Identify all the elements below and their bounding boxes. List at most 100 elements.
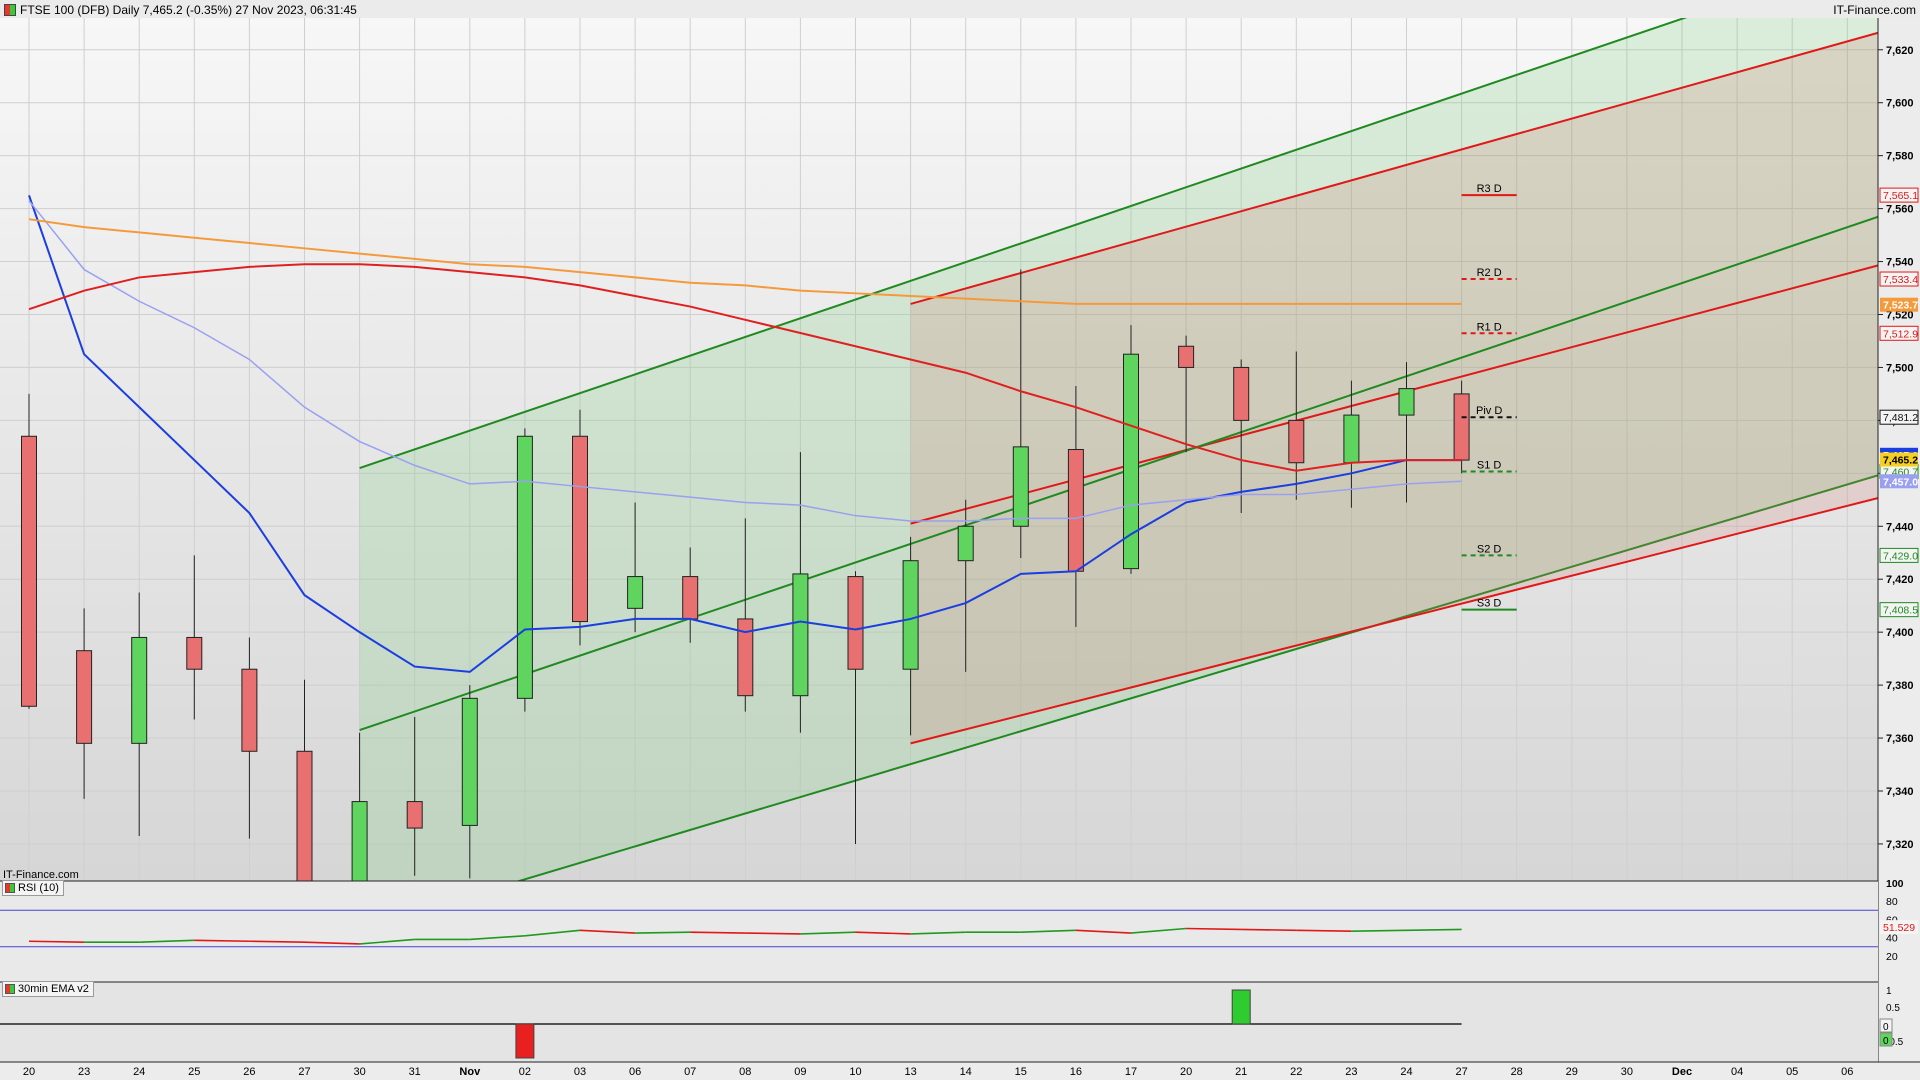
x-tick-label: 27 (298, 1066, 310, 1078)
candle-down (21, 435, 37, 707)
x-tick-label: 06 (1841, 1066, 1853, 1078)
y-tick-label: 7,620 (1886, 45, 1914, 57)
y-tick-label: 7,580 (1886, 151, 1914, 163)
ema30-panel-label-text: 30min EMA v2 (18, 983, 89, 995)
y-tick-label: 7,500 (1886, 362, 1914, 374)
x-tick-label: 07 (684, 1066, 696, 1078)
ema30-value-label: 0 (1883, 1022, 1889, 1033)
y-tick-label: 7,440 (1886, 521, 1914, 533)
price-value-label: 7,523.7 (1883, 300, 1918, 312)
watermark: IT-Finance.com (3, 869, 79, 881)
ema30-value-label: 0 (1883, 1036, 1889, 1047)
x-tick-label: Nov (459, 1066, 481, 1078)
ema30-panel-label[interactable]: 30min EMA v2 (2, 981, 94, 997)
x-tick-label: 25 (188, 1066, 200, 1078)
rsi-tick-label: 80 (1886, 896, 1898, 908)
rsi-tick-label: 20 (1886, 951, 1898, 963)
rsi-line-segment (1406, 928, 1462, 932)
pivot-label: R1 D (1477, 321, 1502, 333)
rsi-line-segment (28, 940, 85, 943)
rsi-line-segment (1351, 929, 1407, 933)
pivot-value-label: 7,533.4 (1883, 274, 1918, 286)
x-tick-label: 23 (1345, 1066, 1357, 1078)
ema30-tick-label: 0.5 (1886, 1003, 1900, 1014)
x-tick-label: 08 (739, 1066, 751, 1078)
x-tick-label: 15 (1015, 1066, 1027, 1078)
price-value-label: 7,465.2 (1883, 455, 1918, 467)
x-tick-label: 26 (243, 1066, 255, 1078)
y-tick-label: 7,560 (1886, 204, 1914, 216)
x-tick-label: Dec (1672, 1066, 1692, 1078)
x-tick-label: 14 (960, 1066, 972, 1078)
y-tick-label: 7,340 (1886, 786, 1914, 798)
x-tick-label: 05 (1786, 1066, 1798, 1078)
ema30-tick-label: 1 (1886, 986, 1892, 997)
rsi-line-segment (690, 931, 746, 934)
rsi-pane (0, 881, 1878, 982)
candle-down (241, 668, 258, 752)
candle-up (902, 560, 919, 670)
x-tick-label: 20 (23, 1066, 35, 1078)
candle-up (131, 636, 148, 744)
x-tick-label: 30 (1621, 1066, 1633, 1078)
rsi-line-segment (194, 939, 250, 943)
x-tick-label: 09 (794, 1066, 806, 1078)
price-value-label: 7,457.0 (1883, 476, 1918, 488)
candle-down (1178, 345, 1195, 368)
y-tick-label: 7,600 (1886, 98, 1914, 110)
x-tick-label: 28 (1511, 1066, 1523, 1078)
x-tick-label: 27 (1455, 1066, 1467, 1078)
candle-up (627, 576, 644, 609)
candle-down (1233, 366, 1250, 421)
rsi-line-segment (745, 932, 801, 935)
candle-down (847, 576, 864, 670)
x-tick-label: 31 (409, 1066, 421, 1078)
rsi-tick-label: 100 (1886, 878, 1904, 890)
x-tick-label: 02 (519, 1066, 531, 1078)
x-tick-label: 13 (904, 1066, 916, 1078)
x-tick-label: 04 (1731, 1066, 1743, 1078)
pivot-value-label: 7,565.1 (1883, 190, 1918, 202)
candle-down (186, 636, 203, 670)
rsi-line-segment (635, 931, 691, 934)
ema30-bar-up (1231, 989, 1251, 1025)
candle-up (957, 525, 974, 562)
y-tick-label: 7,400 (1886, 627, 1914, 639)
x-tick-label: 24 (133, 1066, 145, 1078)
x-tick-label: 29 (1566, 1066, 1578, 1078)
candle-down (572, 435, 588, 623)
y-tick-label: 7,320 (1886, 839, 1914, 851)
candle-down (1453, 393, 1470, 461)
right-axis-bg (1878, 18, 1920, 1062)
x-tick-label: 10 (849, 1066, 861, 1078)
pivot-value-label: 7,408.5 (1883, 605, 1918, 617)
ema30-panel-icon (5, 984, 15, 994)
candle-down (76, 650, 93, 744)
rsi-panel-label[interactable]: RSI (10) (2, 880, 64, 896)
x-tick-label: 16 (1070, 1066, 1082, 1078)
y-tick-label: 7,540 (1886, 257, 1914, 269)
y-tick-label: 7,420 (1886, 574, 1914, 586)
candle-down (406, 801, 423, 829)
candle-up (1343, 414, 1360, 464)
x-tick-label: 22 (1290, 1066, 1302, 1078)
pivot-label: R2 D (1477, 267, 1502, 279)
pivot-label: R3 D (1477, 183, 1502, 195)
rsi-tick-label: 40 (1886, 933, 1898, 945)
pivot-label: S1 D (1477, 459, 1502, 471)
pivot-value-label: 7,429.0 (1883, 550, 1918, 562)
x-tick-label: 23 (78, 1066, 90, 1078)
x-tick-label: 30 (353, 1066, 365, 1078)
rsi-value-label: 51.529 (1883, 922, 1915, 934)
rsi-panel-label-text: RSI (10) (18, 882, 59, 894)
y-tick-label: 7,380 (1886, 680, 1914, 692)
ema30-pane (0, 982, 1878, 1062)
rsi-line-segment (1186, 927, 1242, 931)
candle-up (461, 697, 478, 826)
price-chart[interactable]: R3 D R2 D R1 D Piv D S1 D S2 D S3 D 7,620 7,600 7… (0, 0, 1920, 1080)
x-tick-label: 20 (1180, 1066, 1192, 1078)
x-tick-label: 24 (1400, 1066, 1412, 1078)
chart-window: FTSE 100 (DFB) Daily 7,465.2 (-0.35%) 27… (0, 0, 1920, 1080)
candle-up (516, 435, 533, 699)
candle-up (1012, 446, 1029, 527)
